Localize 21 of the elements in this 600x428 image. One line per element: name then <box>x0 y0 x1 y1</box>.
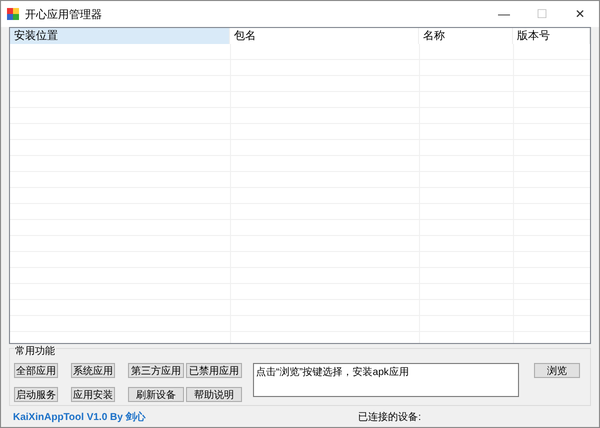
close-button[interactable]: ✕ <box>561 1 599 27</box>
minimize-button[interactable]: — <box>485 1 523 27</box>
group-title: 常用功能 <box>14 344 56 358</box>
device-label: 已连接的设备: <box>358 410 421 424</box>
function-button[interactable]: 全部应用 <box>14 363 58 378</box>
function-button[interactable]: 刷新设备 <box>128 387 184 402</box>
column-header[interactable]: 名称 <box>419 28 513 44</box>
column-header[interactable]: 包名 <box>230 28 419 44</box>
function-button[interactable]: 系统应用 <box>71 363 115 378</box>
function-button[interactable]: 已禁用应用 <box>186 363 242 378</box>
app-icon <box>7 8 19 20</box>
column-header[interactable]: 安装位置 <box>10 28 230 44</box>
browse-button[interactable]: 浏览 <box>534 363 580 378</box>
column-header[interactable]: 版本号 <box>513 28 590 44</box>
function-button[interactable]: 应用安装 <box>71 387 115 402</box>
apk-path-field[interactable]: 点击“浏览”按键选择，安装apk应用 <box>253 363 519 397</box>
function-button[interactable]: 第三方应用 <box>128 363 184 378</box>
function-button[interactable]: 启动服务 <box>14 387 58 402</box>
credit-label: KaiXinAppTool V1.0 By 剑心 <box>13 410 146 424</box>
function-button[interactable]: 帮助说明 <box>186 387 242 402</box>
window-title: 开心应用管理器 <box>25 8 103 22</box>
